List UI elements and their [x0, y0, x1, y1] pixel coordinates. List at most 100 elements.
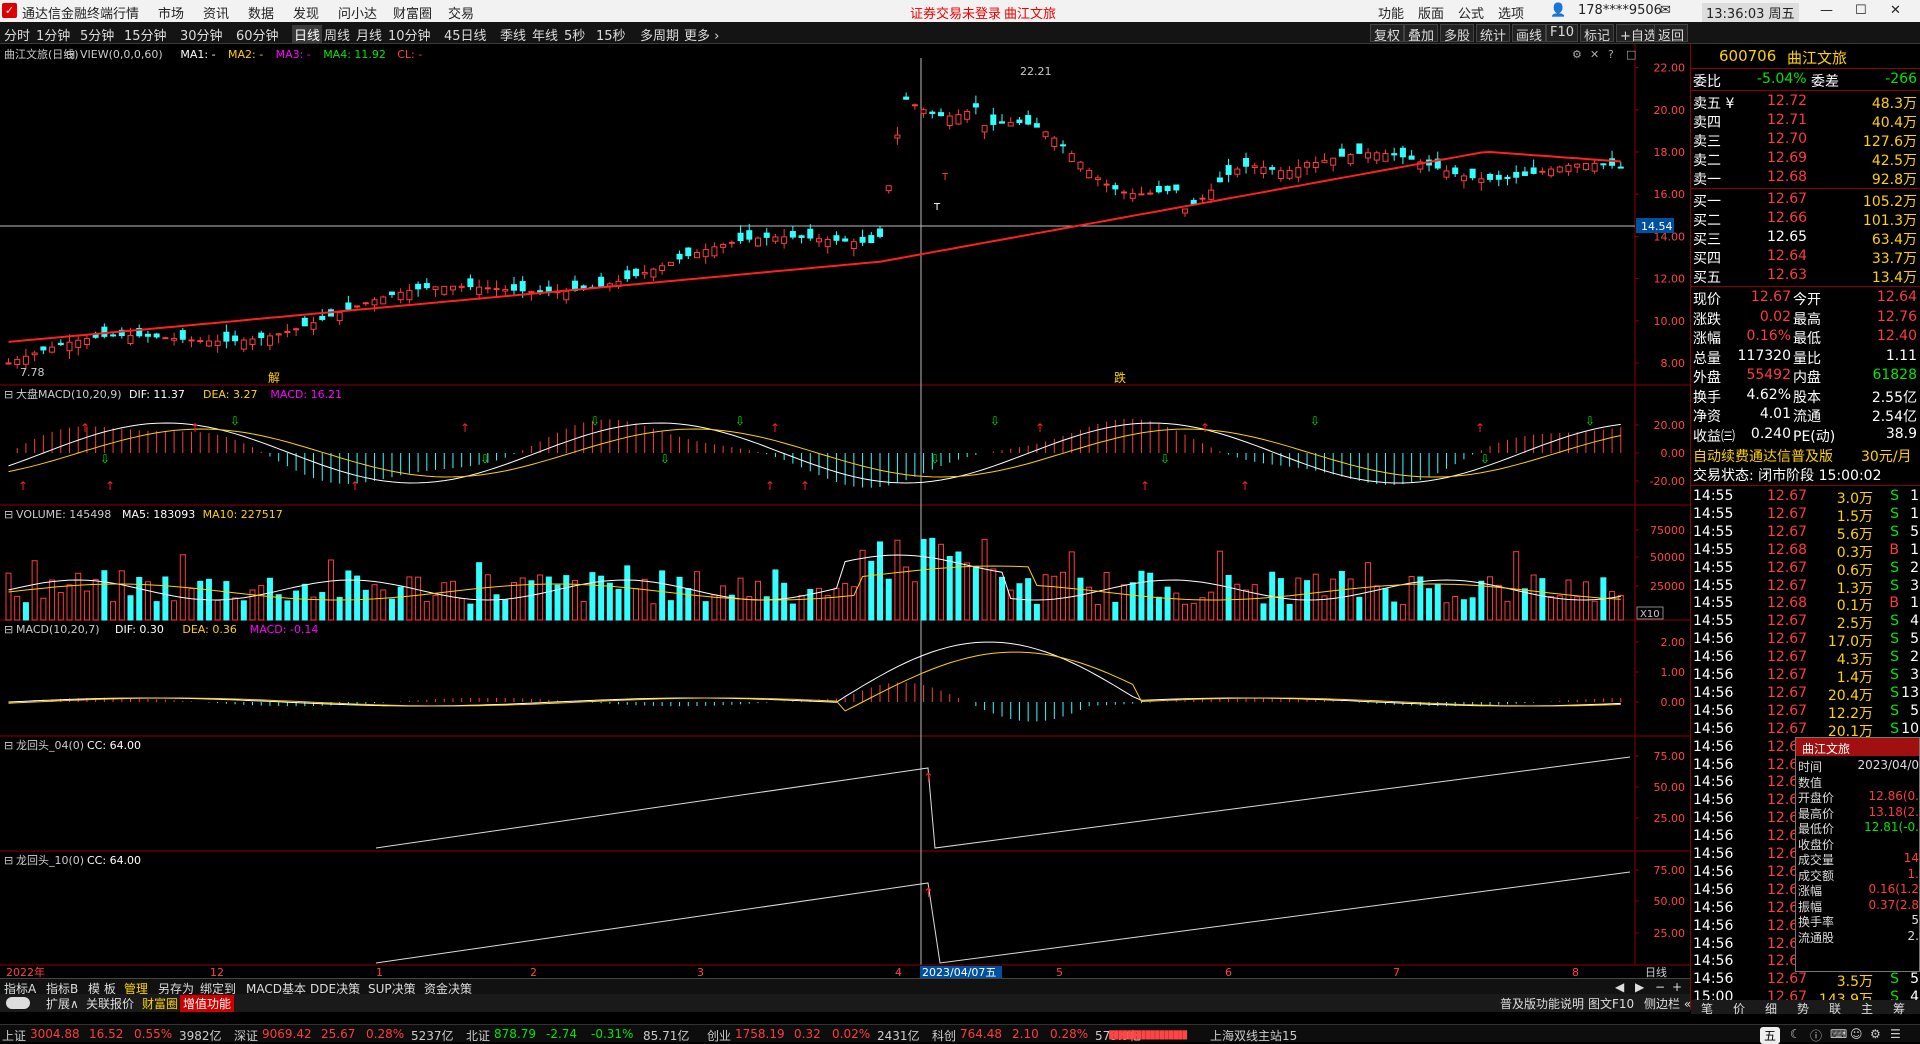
tray-icon-0[interactable]: ☾ — [1790, 1027, 1801, 1041]
close-icon[interactable]: ✕ — [1890, 3, 1901, 18]
toggle-switch-icon[interactable] — [6, 997, 30, 1009]
event-marker-0[interactable]: 解 — [268, 371, 280, 385]
panel-tool-icon-1[interactable]: ✕ — [1590, 48, 1599, 61]
macd1-collapse-icon[interactable]: ⊟ — [4, 388, 13, 401]
ask-row-1: 卖四 12.71 40.4万 — [1691, 111, 1920, 131]
tray-icon-3[interactable]: ☺ — [1850, 1027, 1863, 1041]
timeframe-2[interactable]: 5分钟 — [80, 25, 114, 44]
bottom-right-2[interactable]: 侧边栏 « — [1644, 995, 1691, 1012]
volume-collapse-icon[interactable]: ⊟ — [4, 508, 13, 521]
quote-tab-0[interactable]: 笔 — [1701, 1000, 1713, 1017]
extension-tab-0[interactable]: 扩展∧ — [46, 995, 79, 1012]
timeframe-12[interactable]: 年线 — [532, 25, 558, 44]
menu-xuanxiang[interactable]: 选项 — [1498, 3, 1524, 22]
timeframe-10[interactable]: 45日线 — [444, 25, 487, 44]
panel-tool-icon-2[interactable]: ? — [1608, 48, 1614, 61]
popup-value: 0.37(2.8 — [1868, 897, 1919, 912]
tray-icon-5[interactable]: ☰ — [1890, 1027, 1901, 1041]
toolbar-btn-1[interactable]: 叠加 — [1404, 24, 1439, 44]
bottom-right-1[interactable]: 图文F10 — [1588, 995, 1634, 1012]
lht10-collapse-icon[interactable]: ⊟ — [4, 854, 13, 867]
ask-volume: 48.3万 — [1871, 96, 1917, 112]
menu-shichang[interactable]: 市场 — [158, 3, 184, 22]
timeframe-5[interactable]: 60分钟 — [236, 25, 279, 44]
account-id[interactable]: 178****9506 — [1578, 3, 1662, 18]
timeframe-3[interactable]: 15分钟 — [124, 25, 167, 44]
extension-tab-3[interactable]: 增值功能 — [180, 995, 235, 1012]
extension-tab-2[interactable]: 财富圈 — [142, 995, 178, 1012]
tick-count: 3 — [1910, 667, 1919, 683]
panel-tool-icon-0[interactable]: ⚙ — [1572, 48, 1582, 61]
volume-bar — [397, 586, 404, 621]
tray-icon-2[interactable]: ⌨ — [1830, 1027, 1847, 1041]
timeframe-11[interactable]: 季线 — [500, 25, 526, 44]
scroll-left-icon[interactable]: ◀ — [1615, 980, 1624, 994]
tray-icon-4[interactable]: ⚙ — [1870, 1027, 1881, 1041]
menu-banmian[interactable]: 版面 — [1418, 3, 1444, 22]
quote-tab-1[interactable]: 价 — [1733, 1000, 1745, 1017]
scroll-right-icon[interactable]: ▶ — [1635, 980, 1644, 994]
candle-body — [1094, 177, 1101, 181]
menu-faxian[interactable]: 发现 — [293, 3, 319, 22]
ime-icon[interactable]: 五 — [1760, 1027, 1781, 1044]
timeframe-8[interactable]: 月线 — [356, 25, 382, 44]
extension-tab-1[interactable]: 关联报价 — [86, 995, 134, 1012]
popup-row-9: 振幅 0.37(2.8 — [1796, 897, 1920, 914]
timeframe-1[interactable]: 1分钟 — [36, 25, 70, 44]
quote-tab-2[interactable]: 细 — [1765, 1000, 1777, 1017]
bottom-right-0[interactable]: 普及版功能说明 — [1500, 995, 1584, 1012]
candle-body — [1408, 155, 1415, 160]
toolbar-btn-5[interactable]: F10 — [1546, 24, 1579, 42]
timeframe-9[interactable]: 10分钟 — [388, 25, 431, 44]
promo-text[interactable]: 自动续费通达信普及版 — [1693, 446, 1833, 466]
menu-caifuquan[interactable]: 财富圈 — [393, 3, 432, 22]
event-marker-1[interactable]: 跌 — [1114, 370, 1126, 385]
menu-gongneng[interactable]: 功能 — [1378, 3, 1404, 22]
timeframe-14[interactable]: 15秒 — [596, 25, 626, 44]
toolbar-btn-8[interactable]: 返回 — [1654, 24, 1689, 44]
macd2-collapse-icon[interactable]: ⊟ — [4, 623, 13, 636]
x-label-4: 3 — [697, 966, 704, 978]
toolbar-btn-6[interactable]: 标记 — [1580, 24, 1615, 44]
lht04-collapse-icon[interactable]: ⊟ — [4, 739, 13, 752]
quote-tab-3[interactable]: 势 — [1797, 1000, 1809, 1017]
timeframe-16[interactable]: 更多 › — [684, 25, 719, 44]
menu-gongshi[interactable]: 公式 — [1458, 3, 1484, 22]
tray-icon-1[interactable]: ⓘ — [1810, 1027, 1822, 1044]
tick-side: B — [1889, 541, 1899, 558]
toolbar-btn-4[interactable]: 画线 — [1512, 24, 1547, 44]
mail-icon[interactable]: ✉ — [1660, 3, 1671, 18]
quote-tab-6[interactable]: 筹 — [1893, 1000, 1905, 1017]
volume-bar — [1112, 601, 1119, 621]
menu-hangqing[interactable]: 行情 — [113, 3, 139, 22]
zoom-out-icon[interactable]: − — [1655, 980, 1665, 994]
minimize-icon[interactable]: — — [1820, 3, 1833, 18]
zoom-in-icon[interactable]: + — [1672, 980, 1682, 994]
toolbar-btn-0[interactable]: 复权 — [1370, 24, 1405, 44]
quote-tab-4[interactable]: 联 — [1829, 1000, 1841, 1017]
menu-shuju[interactable]: 数据 — [248, 3, 274, 22]
kline-chart-area[interactable]: 曲江文旅(日线)⊟ VIEW(0,0,0,60) MA1: - MA2: - MA3: … — [0, 44, 1690, 978]
timeframe-13[interactable]: 5秒 — [564, 25, 585, 44]
user-icon[interactable]: 👤 — [1550, 3, 1566, 18]
toolbar-btn-3[interactable]: 统计 — [1476, 24, 1511, 44]
timeframe-0[interactable]: 分时 — [4, 25, 30, 44]
timeframe-15[interactable]: 多周期 — [640, 25, 679, 44]
tick-time: 14:56 — [1693, 899, 1734, 916]
timeframe-4[interactable]: 30分钟 — [180, 25, 223, 44]
promo-price[interactable]: 30元/月 — [1861, 446, 1912, 466]
status-item-9: 5237亿 — [411, 1029, 454, 1043]
toolbar-btn-2[interactable]: 多股 — [1440, 24, 1475, 44]
login-notice[interactable]: 证券交易未登录 — [910, 3, 1001, 22]
menu-zixun[interactable]: 资讯 — [203, 3, 229, 22]
quote-tab-5[interactable]: 主 — [1861, 1000, 1873, 1017]
maximize-icon[interactable]: ☐ — [1855, 3, 1867, 18]
main-collapse-icon[interactable]: ⊟ — [66, 48, 75, 61]
timeframe-6[interactable]: 日线 — [292, 25, 323, 44]
panel-tool-icon-3[interactable]: □ — [1626, 48, 1636, 61]
timeframe-7[interactable]: 周线 — [324, 25, 350, 44]
candle-body — [502, 288, 509, 292]
menu-wenxiaoda[interactable]: 问小达 — [338, 3, 377, 22]
stat-value-a: 117320 — [1737, 347, 1791, 364]
menu-jiaoyi[interactable]: 交易 — [448, 3, 474, 22]
